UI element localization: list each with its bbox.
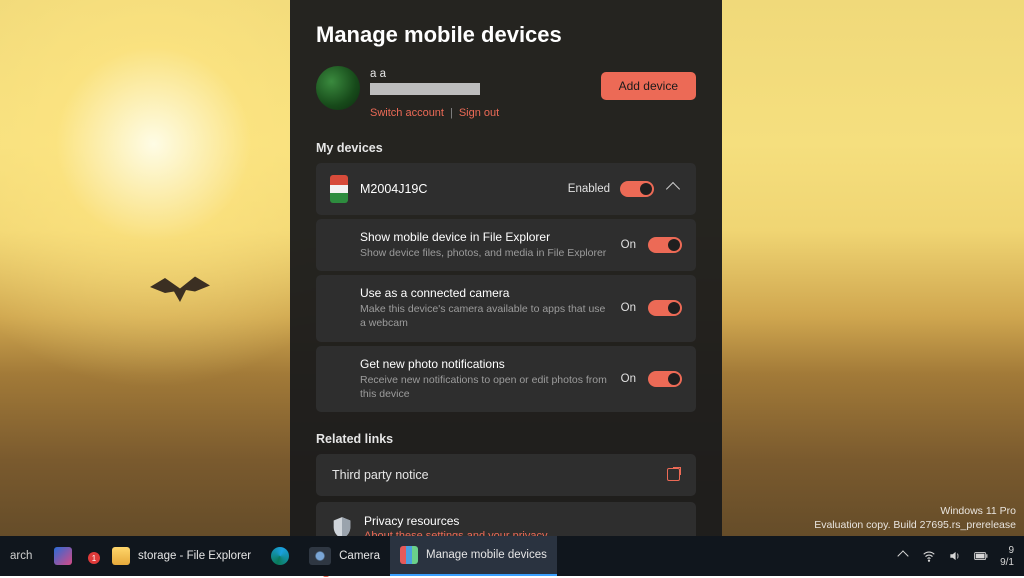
device-state-label: Enabled: [568, 183, 610, 195]
external-link-icon: [667, 468, 680, 481]
device-enable-toggle[interactable]: [620, 181, 654, 197]
copilot-badge: 1: [88, 552, 100, 564]
taskbar-edge[interactable]: [261, 536, 299, 576]
third-party-label: Third party notice: [332, 468, 429, 482]
option-state: On: [621, 239, 636, 251]
taskbar-widgets[interactable]: [44, 536, 82, 576]
option-connected-camera: Use as a connected camera Make this devi…: [316, 275, 696, 341]
device-name: M2004J19C: [360, 182, 556, 196]
option-desc: Receive new notifications to open or edi…: [360, 373, 609, 401]
taskbar-camera[interactable]: Camera: [299, 536, 390, 576]
sign-out-link[interactable]: Sign out: [459, 105, 499, 122]
my-devices-heading: My devices: [316, 141, 696, 155]
option-photo-notifications: Get new photo notifications Receive new …: [316, 346, 696, 412]
camera-icon: [309, 547, 331, 565]
photo-notifications-toggle[interactable]: [648, 371, 682, 387]
wallpaper-bird: [150, 275, 210, 305]
wifi-icon[interactable]: [922, 549, 936, 563]
option-state: On: [621, 302, 636, 314]
widgets-icon: [54, 547, 72, 565]
account-name: a a: [370, 66, 499, 83]
avatar[interactable]: [316, 66, 360, 110]
edge-icon: [271, 547, 289, 565]
switch-account-link[interactable]: Switch account: [370, 105, 444, 122]
volume-icon[interactable]: [948, 549, 962, 563]
option-desc: Make this device's camera available to a…: [360, 302, 609, 330]
battery-icon[interactable]: [974, 549, 988, 563]
account-row: a a Switch account | Sign out Add device: [316, 66, 696, 121]
windows-watermark: Windows 11 Pro Evaluation copy. Build 27…: [814, 504, 1016, 532]
related-links-heading: Related links: [316, 432, 696, 446]
chevron-up-icon: [897, 550, 908, 561]
tray-overflow[interactable]: [896, 549, 910, 563]
taskbar-clock[interactable]: 9 9/1: [1000, 545, 1014, 568]
phone-icon: [330, 175, 348, 203]
option-title: Use as a connected camera: [360, 286, 609, 300]
taskbar-search[interactable]: arch: [0, 536, 44, 576]
system-tray: 9 9/1: [886, 536, 1024, 576]
taskbar-item-label: Camera: [339, 550, 380, 562]
link-divider: |: [450, 105, 453, 122]
add-device-button[interactable]: Add device: [601, 72, 696, 100]
file-explorer-toggle[interactable]: [648, 237, 682, 253]
taskbar-manage-mobile-devices[interactable]: Manage mobile devices: [390, 536, 557, 576]
option-state: On: [621, 373, 636, 385]
taskbar-file-explorer[interactable]: storage - File Explorer: [102, 536, 261, 576]
taskbar: arch 1 storage - File Explorer Camera Ma…: [0, 536, 1024, 576]
option-file-explorer: Show mobile device in File Explorer Show…: [316, 219, 696, 271]
account-email-redacted: [370, 83, 480, 95]
manage-mobile-devices-panel: Manage mobile devices a a Switch account…: [290, 0, 722, 536]
taskbar-copilot[interactable]: 1: [82, 536, 102, 576]
third-party-notice-link[interactable]: Third party notice: [316, 454, 696, 496]
device-row[interactable]: M2004J19C Enabled: [316, 163, 696, 215]
option-desc: Show device files, photos, and media in …: [360, 246, 609, 260]
option-title: Get new photo notifications: [360, 357, 609, 371]
taskbar-item-label: storage - File Explorer: [138, 550, 251, 562]
connected-camera-toggle[interactable]: [648, 300, 682, 316]
option-title: Show mobile device in File Explorer: [360, 230, 609, 244]
privacy-title: Privacy resources: [364, 514, 547, 528]
mmd-icon: [400, 546, 418, 564]
chevron-up-icon: [666, 182, 680, 196]
page-title: Manage mobile devices: [316, 22, 696, 48]
taskbar-item-label: Manage mobile devices: [426, 549, 547, 561]
folder-icon: [112, 547, 130, 565]
